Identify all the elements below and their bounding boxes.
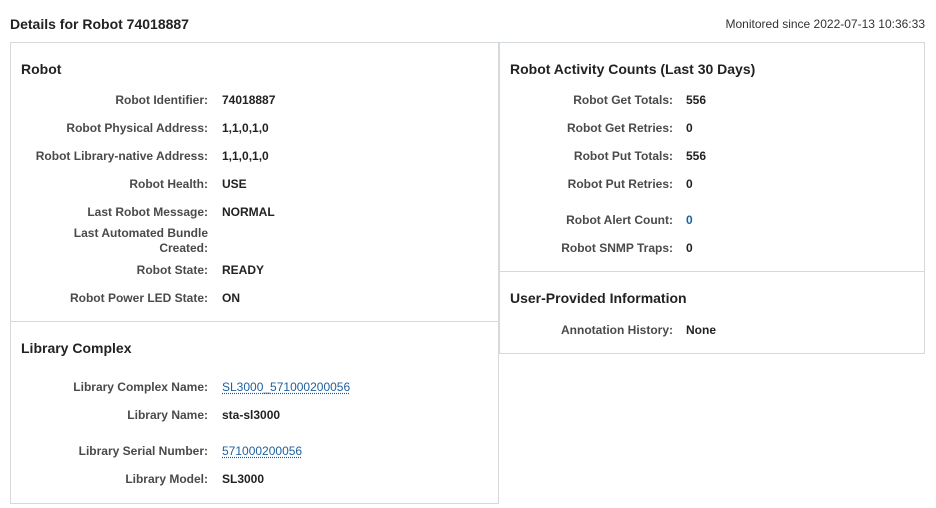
put-retries-value: 0 xyxy=(686,177,693,191)
last-bundle-label-line2: Created: xyxy=(159,241,208,255)
robot-identifier-value: 74018887 xyxy=(222,93,276,107)
get-totals-value: 556 xyxy=(686,93,707,107)
user-info-heading: User-Provided Information xyxy=(510,290,687,306)
annotation-history-value: None xyxy=(686,323,716,337)
last-robot-message-value: NORMAL xyxy=(222,205,275,219)
snmp-traps-value: 0 xyxy=(686,241,693,255)
put-retries-label: Robot Put Retries: xyxy=(567,177,673,191)
annotation-history-label: Annotation History: xyxy=(561,323,673,337)
robot-physical-address-value: 1,1,0,1,0 xyxy=(222,121,269,135)
last-robot-message-label: Last Robot Message: xyxy=(87,205,208,219)
monitored-since: Monitored since 2022-07-13 10:36:33 xyxy=(725,17,925,31)
activity-heading: Robot Activity Counts (Last 30 Days) xyxy=(510,61,756,77)
robot-state-value: READY xyxy=(222,263,265,277)
page-title: Details for Robot 74018887 xyxy=(10,16,189,32)
alert-count-label: Robot Alert Count: xyxy=(566,213,673,227)
robot-state-label: Robot State: xyxy=(136,263,208,277)
robot-power-led-value: ON xyxy=(222,291,240,305)
get-retries-value: 0 xyxy=(686,121,693,135)
robot-native-address-label: Robot Library-native Address: xyxy=(35,149,208,163)
robot-identifier-label: Robot Identifier: xyxy=(115,93,208,107)
get-retries-label: Robot Get Retries: xyxy=(566,121,673,135)
activity-panel: Robot Activity Counts (Last 30 Days) Rob… xyxy=(499,42,925,273)
snmp-traps-label: Robot SNMP Traps: xyxy=(561,241,673,255)
user-info-panel: User-Provided Information Annotation His… xyxy=(499,271,925,354)
alert-count-link[interactable]: 0 xyxy=(686,213,693,227)
library-complex-name-label: Library Complex Name: xyxy=(73,380,208,394)
library-name-value: sta-sl3000 xyxy=(222,408,281,422)
library-model-label: Library Model: xyxy=(125,472,208,486)
last-bundle-label: Last Automated Bundle Created: xyxy=(8,226,208,256)
last-bundle-label-line1: Last Automated Bundle xyxy=(73,226,208,240)
put-totals-value: 556 xyxy=(686,149,707,163)
robot-panel: Robot Robot Identifier: 74018887 Robot P… xyxy=(10,42,499,323)
library-model-value: SL3000 xyxy=(222,472,265,486)
library-serial-label: Library Serial Number: xyxy=(78,444,208,458)
robot-health-label: Robot Health: xyxy=(129,177,208,191)
library-complex-name-link[interactable]: SL3000_571000200056 xyxy=(222,380,350,394)
library-complex-panel: Library Complex Library Complex Name: SL… xyxy=(10,321,499,504)
get-totals-label: Robot Get Totals: xyxy=(573,93,673,107)
robot-heading: Robot xyxy=(21,61,62,77)
library-serial-link[interactable]: 571000200056 xyxy=(222,444,302,458)
library-complex-heading: Library Complex xyxy=(21,340,132,356)
put-totals-label: Robot Put Totals: xyxy=(573,149,673,163)
robot-native-address-value: 1,1,0,1,0 xyxy=(222,149,269,163)
robot-physical-address-label: Robot Physical Address: xyxy=(66,121,208,135)
robot-health-value: USE xyxy=(222,177,247,191)
library-name-label: Library Name: xyxy=(127,408,208,422)
robot-power-led-label: Robot Power LED State: xyxy=(69,291,208,305)
